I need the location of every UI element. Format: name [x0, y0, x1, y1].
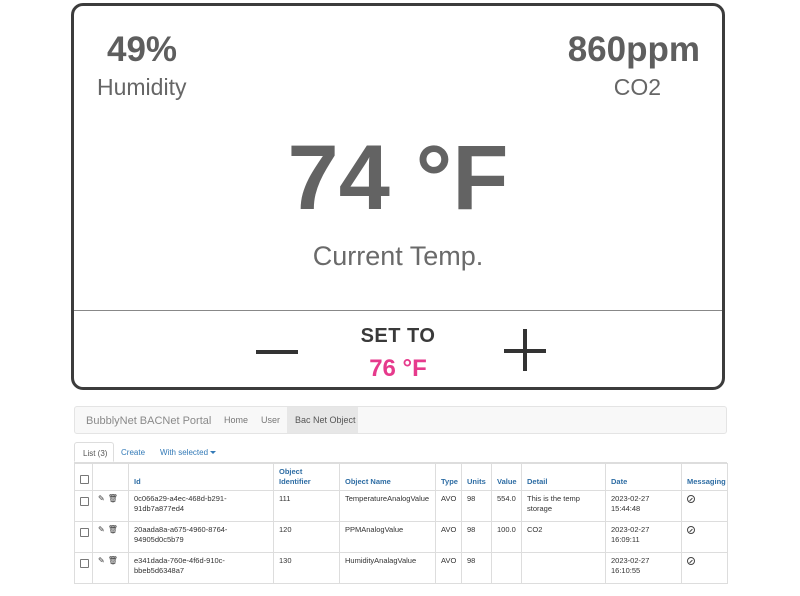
thermostat-panel: 49% Humidity 860ppm CO2 74 °F Current Te… [71, 3, 725, 390]
cell-units: 98 [461, 521, 492, 554]
cell-object-identifier: 130 [273, 552, 340, 585]
trash-icon[interactable]: 🗑 [108, 556, 118, 567]
cell-detail: This is the temp storage [521, 490, 606, 523]
cell-messaging [681, 490, 728, 523]
row-actions: ✎ 🗑 [92, 552, 129, 585]
table-header-row: Id Object Identifier Object Name Type Un… [74, 462, 728, 492]
cell-date: 2023-02-27 15:44:48 [605, 490, 682, 523]
nav-bac-net-object[interactable]: Bac Net Object [287, 407, 358, 433]
row-checkbox[interactable] [80, 528, 89, 538]
header-object-name[interactable]: Object Name [339, 462, 436, 492]
table-row: ✎ 🗑 0c066a29-a4ec-468d-b291-91db7a877ed4 … [74, 490, 728, 523]
disabled-circle-icon[interactable] [687, 557, 695, 566]
cell-object-name: TemperatureAnalogValue [339, 490, 436, 523]
header-value[interactable]: Value [491, 462, 522, 492]
portal-navbar: BubblyNet BACNet Portal Home User Bac Ne… [74, 406, 727, 434]
tab-bar: List (3) Create With selected [74, 442, 727, 463]
increase-temp-button[interactable] [504, 329, 548, 373]
header-date[interactable]: Date [605, 462, 682, 492]
disabled-circle-icon[interactable] [687, 526, 695, 535]
cell-date: 2023-02-27 16:09:11 [605, 521, 682, 554]
trash-icon[interactable]: 🗑 [108, 494, 118, 505]
current-temp-value: 74 °F [287, 127, 509, 229]
row-select-cell [74, 552, 93, 585]
cell-type: AVO [435, 490, 462, 523]
cell-messaging [681, 521, 728, 554]
cell-value [491, 552, 522, 585]
pencil-icon[interactable]: ✎ [98, 525, 105, 536]
pencil-icon[interactable]: ✎ [98, 494, 105, 505]
row-select-cell [74, 521, 93, 554]
table-row: ✎ 🗑 e341dada-760e-4f6d-910c-bbeb5d6348a7 … [74, 552, 728, 585]
humidity-label: Humidity [97, 74, 187, 100]
cell-id: 0c066a29-a4ec-468d-b291-91db7a877ed4 [128, 490, 274, 523]
pencil-icon[interactable]: ✎ [98, 556, 105, 567]
select-all-cell [74, 462, 93, 492]
header-detail[interactable]: Detail [521, 462, 606, 492]
cell-detail: CO2 [521, 521, 606, 554]
cell-value: 100.0 [491, 521, 522, 554]
cell-type: AVO [435, 552, 462, 585]
row-actions: ✎ 🗑 [92, 490, 129, 523]
cell-units: 98 [461, 552, 492, 585]
bacnet-object-table: Id Object Identifier Object Name Type Un… [74, 462, 728, 585]
select-all-checkbox[interactable] [80, 475, 89, 485]
with-selected-label: With selected [160, 448, 209, 457]
cell-detail [521, 552, 606, 585]
caret-down-icon [210, 451, 217, 455]
header-units[interactable]: Units [461, 462, 492, 492]
nav-bac-net-object-label: Bac Net Object [295, 415, 356, 425]
header-id[interactable]: Id [128, 462, 274, 492]
cell-type: AVO [435, 521, 462, 554]
header-messaging[interactable]: Messaging [681, 462, 728, 492]
set-to-label: SET TO [360, 325, 436, 347]
cell-object-identifier: 120 [273, 521, 340, 554]
portal-brand[interactable]: BubblyNet BACNet Portal [86, 415, 211, 427]
humidity-value: 49% [107, 30, 178, 69]
cell-id: e341dada-760e-4f6d-910c-bbeb5d6348a7 [128, 552, 274, 585]
table-row: ✎ 🗑 20aada8a-a675-4960-8764-94905d0c5b79 … [74, 521, 728, 554]
cell-id: 20aada8a-a675-4960-8764-94905d0c5b79 [128, 521, 274, 554]
cell-object-identifier: 111 [273, 490, 340, 523]
cell-date: 2023-02-27 16:10:55 [605, 552, 682, 585]
tab-with-selected[interactable]: With selected [160, 442, 217, 462]
row-select-cell [74, 490, 93, 523]
actions-header [92, 462, 129, 492]
cell-object-name: HumidityAnalagValue [339, 552, 436, 585]
cell-object-name: PPMAnalogValue [339, 521, 436, 554]
nav-user[interactable]: User [261, 415, 280, 425]
header-object-identifier[interactable]: Object Identifier [273, 462, 340, 492]
cell-messaging [681, 552, 728, 585]
trash-icon[interactable]: 🗑 [108, 525, 118, 536]
tab-create[interactable]: Create [121, 442, 145, 462]
row-checkbox[interactable] [80, 497, 89, 507]
header-type[interactable]: Type [435, 462, 462, 492]
disabled-circle-icon[interactable] [687, 495, 695, 504]
set-to-value: 76 °F [369, 355, 427, 382]
row-actions: ✎ 🗑 [92, 521, 129, 554]
tab-list[interactable]: List (3) [74, 442, 114, 462]
co2-label: CO2 [613, 74, 661, 100]
panel-divider [74, 310, 722, 311]
current-temp-label: Current Temp. [312, 241, 484, 271]
co2-value: 860ppm [567, 30, 700, 69]
nav-home[interactable]: Home [224, 415, 248, 425]
row-checkbox[interactable] [80, 559, 89, 569]
cell-value: 554.0 [491, 490, 522, 523]
cell-units: 98 [461, 490, 492, 523]
